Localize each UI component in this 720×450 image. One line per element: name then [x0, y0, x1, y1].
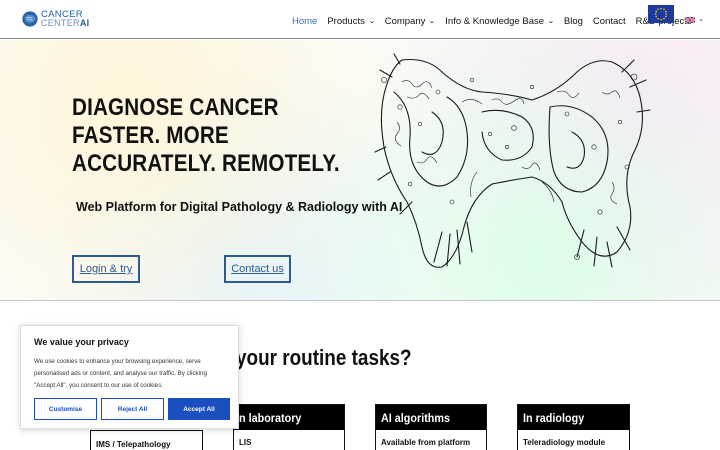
- ims-label: IMS / Telepathology: [96, 440, 171, 449]
- contact-us-button[interactable]: Contact us: [224, 255, 291, 283]
- laboratory-card[interactable]: n laboratory LIS: [233, 404, 345, 450]
- hero-subtitle: Web Platform for Digital Pathology & Rad…: [76, 200, 403, 214]
- headline-line-2: FASTER. MORE: [72, 122, 229, 149]
- ai-algorithms-card[interactable]: AI algorithms Available from platform: [375, 404, 487, 450]
- ai-algorithms-card-subtitle: Available from platform: [381, 438, 471, 447]
- chevron-down-icon: ⌄: [367, 18, 376, 25]
- uk-flag-icon[interactable]: [685, 17, 695, 23]
- cancer-cell-illustration: [374, 53, 651, 268]
- nav-home[interactable]: Home: [292, 16, 317, 27]
- site-header: CANCER CENTERAI Home Products ⌄ Company ⌄ …: [0, 0, 720, 39]
- nav-blog[interactable]: Blog: [564, 16, 583, 27]
- eu-flag-icon[interactable]: [648, 5, 674, 23]
- brain-logo-icon: [22, 11, 38, 27]
- cookie-title: We value your privacy: [34, 337, 129, 347]
- headline-line-3: ACCURATELY. REMOTELY.: [72, 150, 340, 177]
- chevron-down-icon: ⌄: [428, 18, 437, 25]
- radiology-card-subtitle: Teleradiology module: [523, 438, 606, 447]
- language-chevron-icon[interactable]: ⌄: [698, 15, 704, 23]
- section-question: your routine tasks?: [236, 345, 412, 370]
- cookie-description: We use cookies to enhance your browsing …: [34, 358, 207, 389]
- main-nav: Home Products ⌄ Company ⌄ Info & Knowledge…: [292, 14, 702, 28]
- nav-info-knowledge-base[interactable]: Info & Knowledge Base ⌄: [445, 16, 555, 27]
- logo-line2: CENTERAI: [41, 18, 90, 28]
- hero-headline: DIAGNOSE CANCER FASTER. MORE ACCURATELY.…: [72, 94, 340, 178]
- cookie-consent-dialog: We value your privacy We use cookies to …: [20, 325, 239, 429]
- laboratory-card-title: n laboratory: [234, 405, 344, 430]
- chevron-down-icon: ⌄: [547, 18, 555, 25]
- login-try-button[interactable]: Login & try: [72, 255, 140, 283]
- hero-section: DIAGNOSE CANCER FASTER. MORE ACCURATELY.…: [0, 40, 720, 301]
- laboratory-card-subtitle: LIS: [239, 438, 252, 447]
- ims-card[interactable]: IMS / Telepathology: [90, 430, 203, 450]
- nav-products[interactable]: Products ⌄: [327, 16, 376, 27]
- nav-contact[interactable]: Contact: [593, 16, 626, 27]
- nav-company[interactable]: Company ⌄: [385, 16, 436, 27]
- radiology-card-title: In radiology: [518, 405, 629, 430]
- accept-all-button[interactable]: Accept All: [168, 398, 230, 420]
- headline-line-1: DIAGNOSE CANCER: [72, 94, 279, 121]
- radiology-card[interactable]: In radiology Teleradiology module: [517, 404, 630, 450]
- customise-button[interactable]: Customise: [34, 398, 97, 420]
- logo[interactable]: CANCER CENTERAI: [21, 9, 91, 31]
- ai-algorithms-card-title: AI algorithms: [376, 405, 486, 430]
- cookie-buttons: Customise Reject All Accept All: [34, 398, 230, 420]
- logo-text: CANCER CENTERAI: [41, 10, 89, 28]
- page: CANCER CENTERAI Home Products ⌄ Company ⌄ …: [0, 0, 720, 450]
- reject-all-button[interactable]: Reject All: [101, 398, 164, 420]
